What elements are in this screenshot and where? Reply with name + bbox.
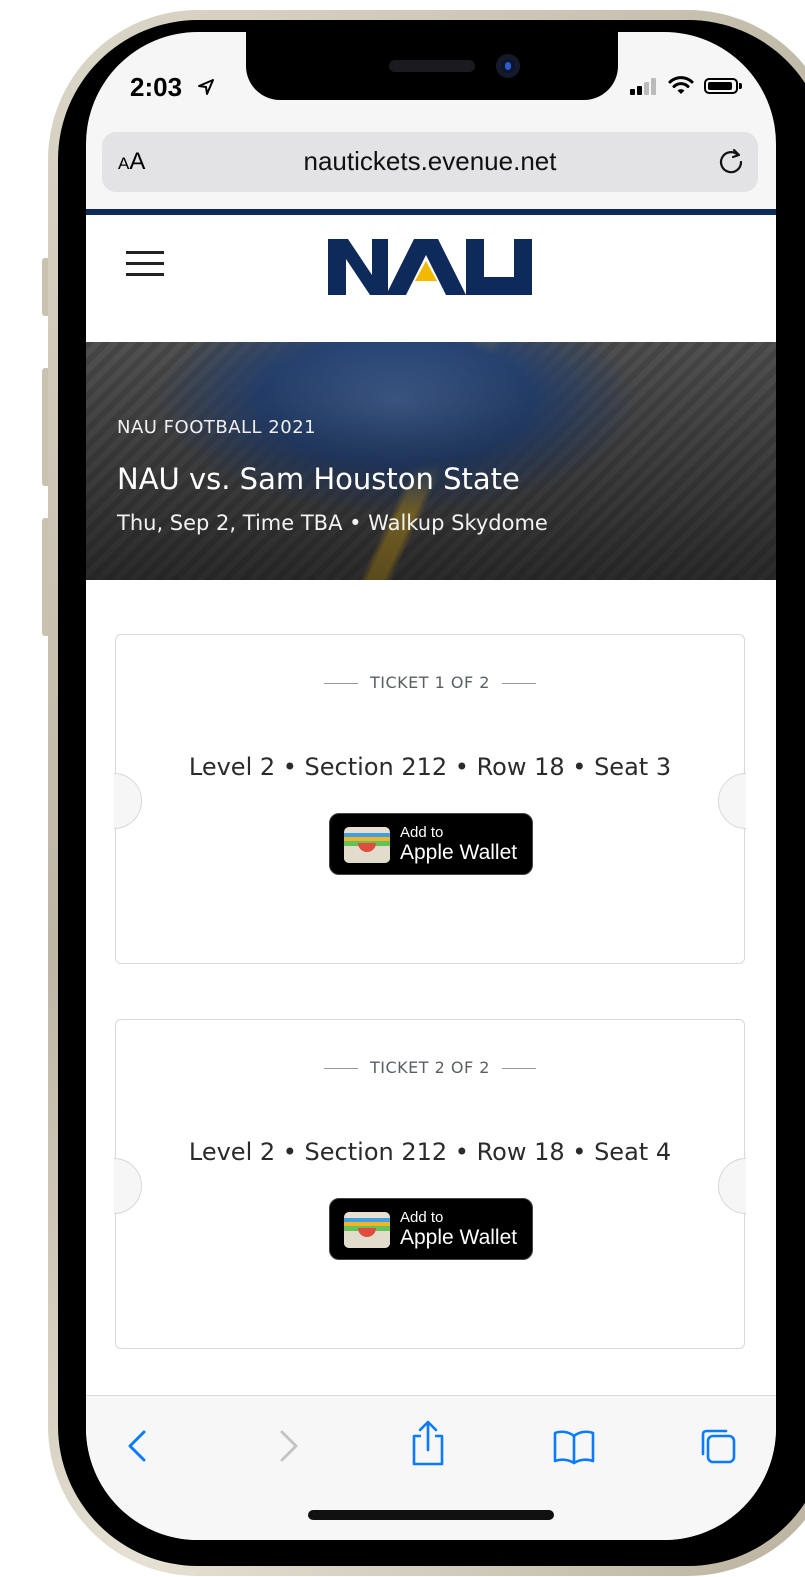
reload-icon[interactable]	[716, 146, 746, 176]
ticket-card: TICKET 1 OF 2 Level 2 • Section 212 • Ro…	[114, 634, 746, 964]
ticket-seat-info: Level 2 • Section 212 • Row 18 • Seat 3	[188, 753, 672, 781]
ticket-seat-info: Level 2 • Section 212 • Row 18 • Seat 4	[188, 1138, 672, 1166]
ticket-card: TICKET 2 OF 2 Level 2 • Section 212 • Ro…	[114, 1019, 746, 1349]
forward-icon[interactable]	[266, 1426, 306, 1466]
ticket-notch-left	[114, 1158, 142, 1214]
header-accent-line	[86, 209, 776, 215]
wallet-icon	[344, 1212, 390, 1248]
phone-screen: 2:03 AA nautickets.evenue.net NAU FOOTBA…	[86, 32, 776, 1540]
wallet-button-small-text: Add to	[400, 1209, 444, 1226]
add-to-apple-wallet-button[interactable]: Add to Apple Wallet	[329, 1198, 533, 1260]
ticket-notch-right	[718, 773, 746, 829]
menu-icon[interactable]	[126, 251, 164, 277]
battery-icon	[704, 78, 742, 94]
event-kicker: NAU FOOTBALL 2021	[117, 417, 317, 438]
wifi-icon	[668, 76, 694, 94]
web-page: NAU FOOTBALL 2021 NAU vs. Sam Houston St…	[86, 209, 776, 1395]
wallet-icon	[344, 827, 390, 863]
wallet-button-large-text: Apple Wallet	[400, 841, 518, 864]
home-indicator[interactable]	[308, 1510, 554, 1520]
url-text[interactable]: nautickets.evenue.net	[102, 146, 758, 177]
add-to-apple-wallet-button[interactable]: Add to Apple Wallet	[329, 813, 533, 875]
address-bar[interactable]: AA nautickets.evenue.net	[102, 132, 758, 192]
event-date-venue: Thu, Sep 2, Time TBA • Walkup Skydome	[117, 511, 548, 535]
tabs-icon[interactable]	[698, 1426, 738, 1466]
ticket-notch-left	[114, 773, 142, 829]
status-time: 2:03	[130, 72, 183, 102]
wallet-button-small-text: Add to	[400, 824, 444, 841]
back-icon[interactable]	[120, 1426, 160, 1466]
earpiece-speaker	[389, 60, 475, 72]
camera-notch	[246, 32, 618, 100]
bookmarks-icon[interactable]	[552, 1426, 596, 1466]
ticket-number-label: TICKET 1 OF 2	[116, 673, 744, 692]
ticket-number-label: TICKET 2 OF 2	[116, 1058, 744, 1077]
front-camera	[496, 54, 520, 78]
cellular-signal-icon	[630, 77, 660, 95]
ticket-notch-right	[718, 1158, 746, 1214]
location-arrow-icon	[198, 79, 214, 95]
event-hero-banner: NAU FOOTBALL 2021 NAU vs. Sam Houston St…	[86, 342, 776, 580]
nau-logo[interactable]	[326, 237, 536, 297]
wallet-button-large-text: Apple Wallet	[400, 1226, 518, 1249]
event-title: NAU vs. Sam Houston State	[117, 462, 520, 496]
share-icon[interactable]	[408, 1420, 448, 1466]
